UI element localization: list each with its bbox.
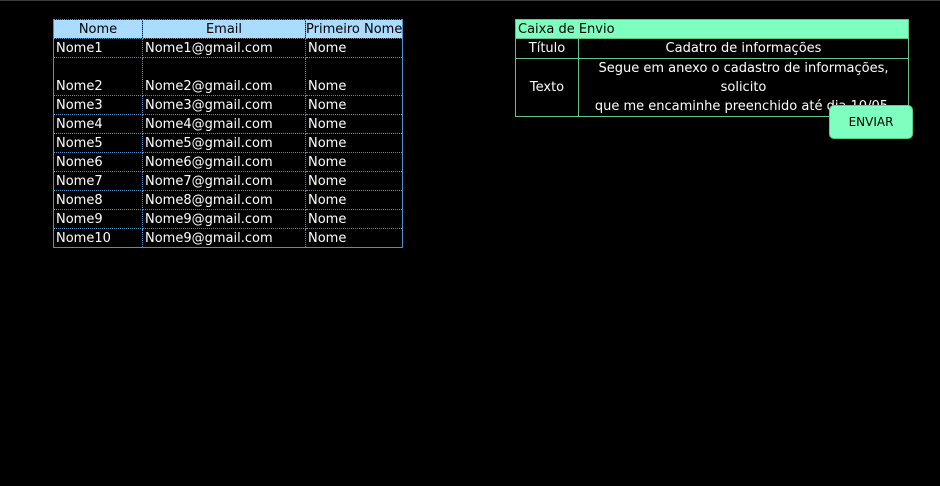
cell-primeiro-nome[interactable]: Nome bbox=[304, 114, 404, 134]
cell-primeiro-nome[interactable]: Nome bbox=[304, 57, 404, 96]
text-value-line-1: Segue em anexo o cadastro de informações… bbox=[598, 61, 889, 95]
text-label[interactable]: Texto bbox=[515, 58, 579, 117]
cell-primeiro-nome[interactable]: Nome bbox=[304, 190, 404, 210]
table-row: Nome5 Nome5@gmail.com Nome bbox=[53, 133, 404, 153]
header-email[interactable]: Email bbox=[142, 19, 306, 39]
cell-email[interactable]: Nome9@gmail.com bbox=[142, 209, 306, 229]
cell-email[interactable]: Nome8@gmail.com bbox=[142, 190, 306, 210]
cell-nome[interactable]: Nome2 bbox=[53, 57, 143, 96]
send-box-title-row: Título Cadatro de informações bbox=[515, 38, 909, 59]
contacts-header-row: Nome Email Primeiro Nome bbox=[53, 19, 404, 39]
table-row: Nome1 Nome1@gmail.com Nome bbox=[53, 38, 404, 58]
cell-nome[interactable]: Nome7 bbox=[53, 171, 143, 191]
cell-primeiro-nome[interactable]: Nome bbox=[304, 38, 404, 58]
cell-nome[interactable]: Nome10 bbox=[53, 228, 143, 248]
cell-email[interactable]: Nome7@gmail.com bbox=[142, 171, 306, 191]
cell-email[interactable]: Nome1@gmail.com bbox=[142, 38, 306, 58]
cell-email[interactable]: Nome3@gmail.com bbox=[142, 95, 306, 115]
table-row: Nome8 Nome8@gmail.com Nome bbox=[53, 190, 404, 210]
cell-primeiro-nome[interactable]: Nome bbox=[304, 228, 404, 248]
cell-nome[interactable]: Nome3 bbox=[53, 95, 143, 115]
title-value[interactable]: Cadatro de informações bbox=[578, 38, 909, 59]
contacts-table: Nome Email Primeiro Nome Nome1 Nome1@gma… bbox=[53, 19, 404, 248]
cell-email[interactable]: Nome9@gmail.com bbox=[142, 228, 306, 248]
spreadsheet-canvas: Nome Email Primeiro Nome Nome1 Nome1@gma… bbox=[0, 0, 940, 486]
send-box-header[interactable]: Caixa de Envio bbox=[515, 19, 909, 39]
title-label[interactable]: Título bbox=[515, 38, 579, 59]
cell-nome[interactable]: Nome4 bbox=[53, 114, 143, 134]
table-row: Nome3 Nome3@gmail.com Nome bbox=[53, 95, 404, 115]
cell-email[interactable]: Nome4@gmail.com bbox=[142, 114, 306, 134]
cell-primeiro-nome[interactable]: Nome bbox=[304, 209, 404, 229]
cell-nome[interactable]: Nome5 bbox=[53, 133, 143, 153]
cell-nome[interactable]: Nome9 bbox=[53, 209, 143, 229]
table-row: Nome9 Nome9@gmail.com Nome bbox=[53, 209, 404, 229]
table-row: Nome10 Nome9@gmail.com Nome bbox=[53, 228, 404, 248]
cell-primeiro-nome[interactable]: Nome bbox=[304, 133, 404, 153]
header-primeiro-nome[interactable]: Primeiro Nome bbox=[304, 19, 404, 39]
cell-nome[interactable]: Nome8 bbox=[53, 190, 143, 210]
table-row: Nome6 Nome6@gmail.com Nome bbox=[53, 152, 404, 172]
table-row: Nome7 Nome7@gmail.com Nome bbox=[53, 171, 404, 191]
sheet-top-border bbox=[0, 0, 940, 1]
table-row: Nome4 Nome4@gmail.com Nome bbox=[53, 114, 404, 134]
table-row: Nome2 Nome2@gmail.com Nome bbox=[53, 57, 404, 96]
send-button[interactable]: ENVIAR bbox=[829, 105, 913, 139]
send-box-header-row: Caixa de Envio bbox=[515, 19, 909, 39]
cell-primeiro-nome[interactable]: Nome bbox=[304, 95, 404, 115]
cell-nome[interactable]: Nome1 bbox=[53, 38, 143, 58]
send-box-table: Caixa de Envio Título Cadatro de informa… bbox=[515, 19, 909, 117]
cell-nome[interactable]: Nome6 bbox=[53, 152, 143, 172]
cell-email[interactable]: Nome2@gmail.com bbox=[142, 57, 306, 96]
cell-primeiro-nome[interactable]: Nome bbox=[304, 152, 404, 172]
header-nome[interactable]: Nome bbox=[53, 19, 143, 39]
cell-primeiro-nome[interactable]: Nome bbox=[304, 171, 404, 191]
cell-email[interactable]: Nome5@gmail.com bbox=[142, 133, 306, 153]
cell-email[interactable]: Nome6@gmail.com bbox=[142, 152, 306, 172]
